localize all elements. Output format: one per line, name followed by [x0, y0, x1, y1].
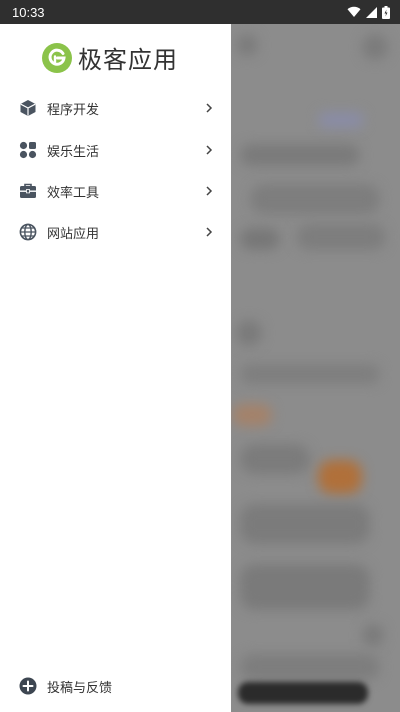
dots-grid-icon	[19, 141, 37, 159]
bg-blob	[240, 564, 370, 610]
drawer-item-label: 程序开发	[47, 102, 100, 118]
nav-pill	[238, 682, 368, 704]
bg-blob	[236, 34, 258, 56]
bg-blob	[362, 624, 384, 646]
chevron-right-icon	[206, 227, 213, 237]
drawer-item-web-apps[interactable]: 网站应用	[0, 212, 231, 252]
bg-blob	[236, 320, 262, 346]
status-icons	[347, 5, 390, 19]
plus-circle-icon	[19, 677, 37, 695]
drawer-item-efficiency-tools[interactable]: 效率工具	[0, 171, 231, 211]
drawer-item-label: 效率工具	[47, 185, 100, 201]
bg-blob	[240, 504, 370, 544]
bg-blob	[232, 404, 272, 426]
bg-blob	[240, 444, 310, 474]
status-time: 10:33	[12, 4, 45, 20]
battery-icon	[382, 5, 390, 19]
submit-feedback-button[interactable]: 投稿与反馈	[0, 674, 231, 698]
drawer-item-program-dev[interactable]: 程序开发	[0, 88, 231, 128]
bg-blob	[318, 460, 362, 494]
wifi-icon	[347, 6, 361, 18]
toolbox-icon	[20, 183, 36, 198]
navigation-drawer: 极客应用 程序开发 娱乐生活 效率工具 网站应用 投稿与反馈	[0, 24, 231, 712]
bg-blob	[362, 34, 388, 60]
bg-blob	[240, 228, 280, 250]
bg-blob	[240, 144, 360, 166]
chevron-right-icon	[206, 186, 213, 196]
status-bar: 10:33	[0, 0, 400, 24]
globe-icon	[19, 223, 37, 241]
app-logo: 极客应用	[42, 40, 178, 75]
bg-blob	[240, 364, 380, 384]
app-name: 极客应用	[78, 46, 178, 74]
cube-icon	[20, 100, 36, 116]
drawer-item-label: 娱乐生活	[47, 144, 100, 160]
drawer-item-label: 网站应用	[47, 226, 100, 242]
chevron-right-icon	[206, 103, 213, 113]
signal-icon	[366, 6, 377, 18]
logo-g-icon	[42, 42, 72, 73]
drawer-item-entertainment[interactable]: 娱乐生活	[0, 130, 231, 170]
bg-blob	[296, 224, 386, 250]
chevron-right-icon	[206, 145, 213, 155]
bg-blob	[250, 184, 380, 214]
bg-blob	[318, 112, 364, 128]
bg-blob	[240, 654, 380, 680]
feedback-label: 投稿与反馈	[47, 680, 113, 696]
